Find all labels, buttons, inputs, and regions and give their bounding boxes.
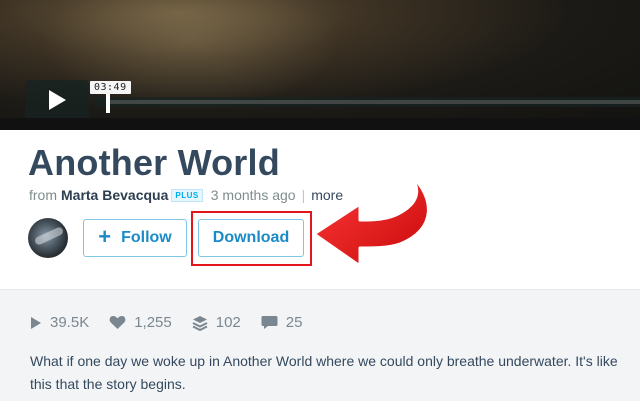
red-arrow (312, 172, 430, 268)
collections-stat[interactable]: 102 (192, 314, 241, 331)
follow-button[interactable]: + Follow (83, 219, 187, 257)
play-button[interactable] (25, 80, 89, 120)
video-player[interactable]: 03:49 (0, 0, 640, 130)
layers-icon (192, 315, 208, 331)
follow-label: Follow (121, 229, 172, 246)
download-highlight-box (191, 211, 312, 266)
video-description: What if one day we woke up in Another Wo… (30, 353, 618, 392)
plays-icon (31, 316, 41, 329)
page-title: Another World (28, 142, 280, 183)
from-label: from (29, 187, 57, 203)
plays-count: 39.5K (50, 314, 90, 331)
comments-stat[interactable]: 25 (261, 314, 303, 331)
time-label: 03:49 (90, 81, 131, 94)
stats-row: 39.5K 1,255 102 25 (30, 314, 322, 331)
plus-icon: + (98, 224, 112, 249)
upload-time: 3 months ago (210, 187, 296, 203)
byline-separator: | (301, 187, 306, 203)
avatar-image (33, 226, 65, 246)
progress-handle[interactable] (106, 91, 110, 113)
progress-rail (108, 100, 640, 104)
heart-icon (109, 316, 126, 329)
likes-stat[interactable]: 1,255 (109, 314, 172, 331)
likes-count: 1,255 (134, 314, 172, 331)
video-bottom-edge (0, 118, 640, 130)
play-icon (49, 90, 66, 110)
plays-stat: 39.5K (30, 314, 89, 331)
avatar[interactable] (28, 218, 68, 258)
comments-count: 25 (285, 314, 303, 331)
comment-icon (261, 316, 278, 329)
progress-bar[interactable] (94, 91, 640, 113)
collections-count: 102 (215, 314, 241, 331)
byline: from Marta Bevacqua PLUS 3 months ago | more (29, 187, 343, 203)
plus-badge[interactable]: PLUS (171, 189, 203, 202)
author-link[interactable]: Marta Bevacqua (61, 187, 168, 203)
stats-section: 39.5K 1,255 102 25 What if one day we wo… (0, 289, 640, 401)
